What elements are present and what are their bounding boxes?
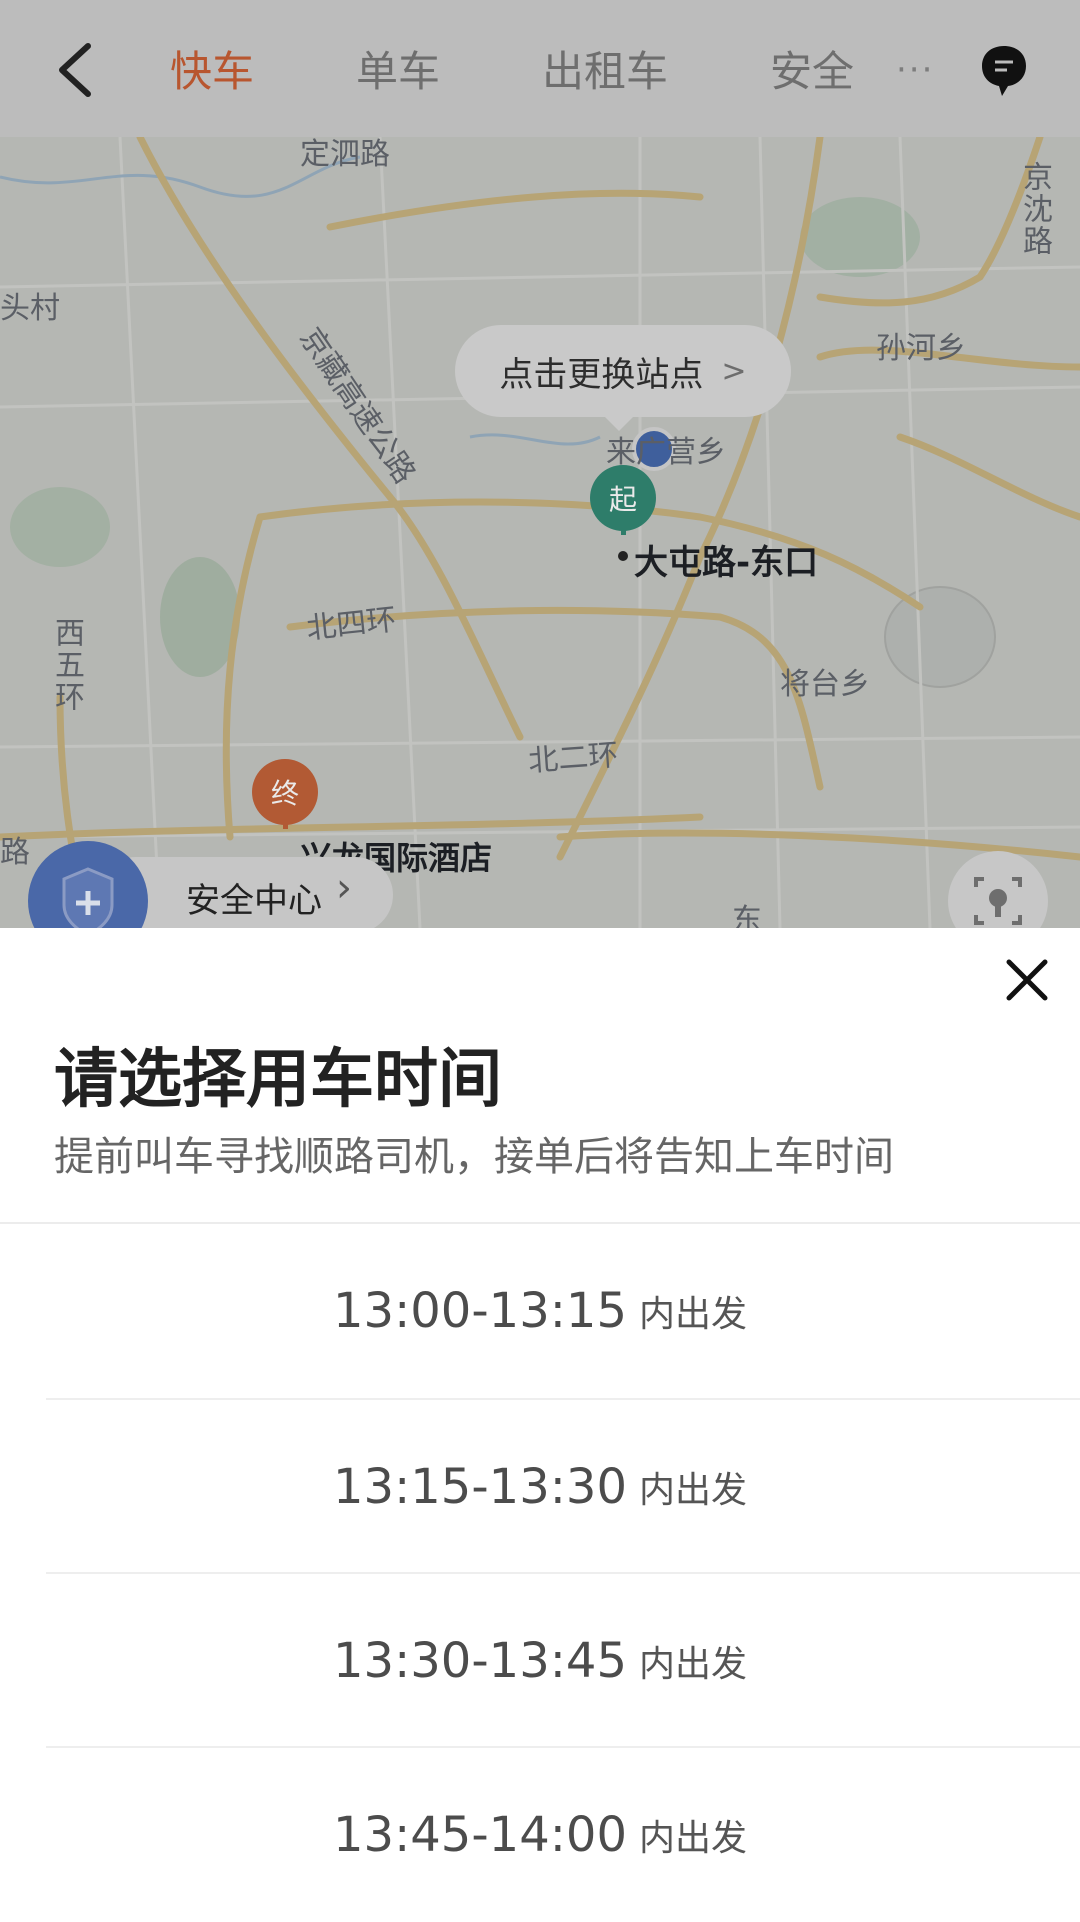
- back-arrow-icon[interactable]: [48, 40, 104, 100]
- change-station-label: 点击更换站点: [499, 354, 704, 395]
- time-range: 13:45-14:00: [333, 1807, 627, 1863]
- change-station-bubble[interactable]: 点击更换站点 >: [455, 325, 791, 431]
- message-icon[interactable]: [980, 44, 1028, 98]
- time-option[interactable]: 13:00-13:15 内出发: [0, 1224, 1080, 1398]
- time-picker-sheet: 请选择用车时间 提前叫车寻找顺路司机，接单后将告知上车时间 13:00-13:1…: [0, 928, 1080, 1918]
- map-label: 东: [732, 903, 762, 928]
- map-label: 头村: [0, 291, 60, 326]
- time-option[interactable]: 13:15-13:30 内出发: [0, 1400, 1080, 1574]
- locate-icon: [974, 877, 1022, 925]
- tab-bike[interactable]: 单车: [356, 44, 440, 100]
- map-label: 定泗路: [300, 137, 390, 172]
- shield-icon: [28, 841, 148, 928]
- time-suffix: 内出发: [638, 1294, 747, 1335]
- start-marker[interactable]: 起: [590, 465, 656, 531]
- time-range: 13:30-13:45: [333, 1633, 627, 1689]
- map-label: 将台乡: [780, 667, 870, 702]
- map-label: 京沈路: [1017, 161, 1052, 257]
- sheet-subtitle: 提前叫车寻找顺路司机，接单后将告知上车时间: [54, 1134, 894, 1180]
- map-roads: [0, 137, 1080, 928]
- top-nav-bar: 快车 单车 出租车 安全 ···: [0, 0, 1080, 137]
- chevron-right-icon: >: [721, 353, 747, 389]
- locate-button[interactable]: [948, 851, 1048, 928]
- time-option[interactable]: 13:30-13:45 内出发: [0, 1574, 1080, 1748]
- tab-express[interactable]: 快车: [170, 44, 254, 100]
- safety-center-label: 安全中心: [186, 881, 322, 921]
- time-option[interactable]: 13:45-14:00 内出发: [0, 1748, 1080, 1922]
- more-icon[interactable]: ···: [896, 50, 934, 90]
- close-icon[interactable]: [1003, 956, 1051, 1004]
- tab-safety[interactable]: 安全: [770, 44, 854, 100]
- safety-center-button[interactable]: 安全中心 ›: [28, 841, 393, 928]
- map-label: 西五环: [49, 617, 84, 713]
- map-label: 北四环: [304, 602, 398, 647]
- pickup-point-label[interactable]: 大屯路-东口: [634, 535, 818, 584]
- map-view[interactable]: 定泗路 京沈路 头村 孙河乡 来广营乡 京藏高速公路 北四环 北二环 西五环 将…: [0, 137, 1080, 928]
- time-suffix: 内出发: [638, 1644, 747, 1685]
- map-label: 孙河乡: [876, 331, 966, 366]
- sheet-title: 请选择用车时间: [54, 1043, 502, 1117]
- time-suffix: 内出发: [638, 1470, 747, 1511]
- map-label: 北二环: [527, 737, 620, 780]
- end-marker[interactable]: 终: [252, 759, 318, 825]
- tab-taxi[interactable]: 出租车: [542, 44, 668, 100]
- time-range: 13:00-13:15: [333, 1283, 627, 1339]
- chevron-right-icon: ›: [336, 865, 352, 911]
- time-suffix: 内出发: [638, 1818, 747, 1859]
- time-range: 13:15-13:30: [333, 1459, 627, 1515]
- map-label: 路: [0, 835, 30, 870]
